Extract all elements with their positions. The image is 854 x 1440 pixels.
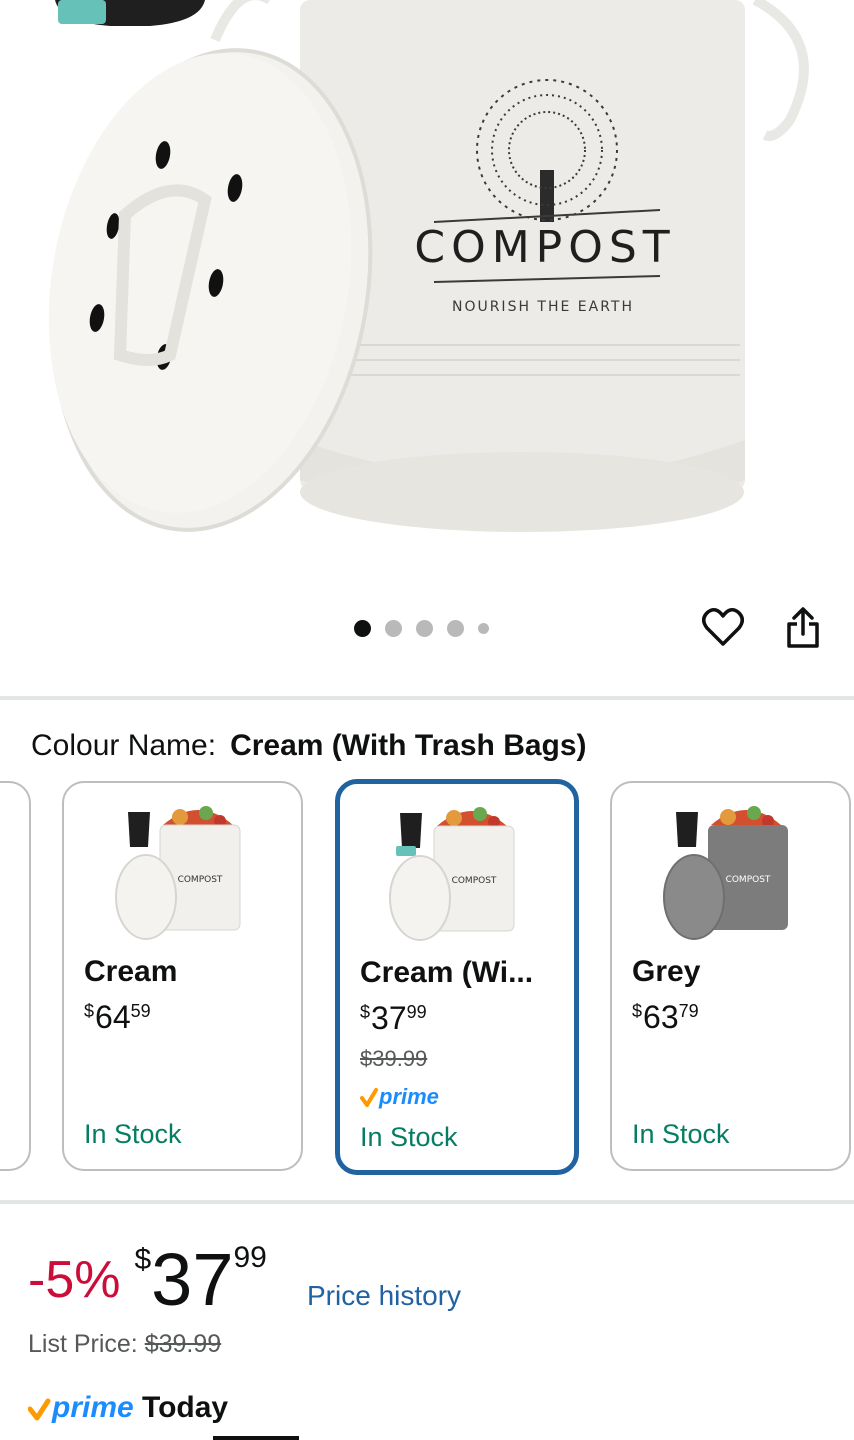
scroll-indicator [213,1436,299,1440]
swatch-name: Cream (Wi... [360,956,534,989]
swatch-was-price: $39.99 [360,1046,428,1071]
svg-text:prime: prime [378,1084,439,1109]
swatch-partial[interactable] [0,781,31,1171]
swatch-thumbnail: COMPOST [114,806,240,940]
swatch-stock-status: In Stock [360,1122,458,1152]
svg-text:prime: prime [51,1391,134,1424]
prime-badge: prime [360,1084,450,1112]
svg-text:COMPOST: COMPOST [725,875,770,885]
carousel-dot[interactable] [385,619,402,637]
favorite-button[interactable] [700,604,746,650]
swatch-thumbnail: COMPOST [389,807,515,941]
carousel-dot[interactable] [478,622,489,634]
carousel-dot[interactable] [354,619,371,637]
list-price-value: $39.99 [144,1330,222,1358]
colour-name-value: Cream (With Trash Bags) [230,729,587,762]
section-divider [0,1200,854,1204]
swatch-cream[interactable]: COMPOST Cream $6459 In Stock [62,781,303,1171]
share-icon [787,607,819,648]
list-price-label: List Price: [28,1330,138,1358]
compost-bin-illustration: COMPOST NOURISH THE EARTH [48,0,809,532]
carousel-dot[interactable] [416,619,433,637]
prime-check-icon: prime [28,1391,134,1424]
svg-text:COMPOST: COMPOST [414,222,675,273]
colour-name-label: Colour Name: [31,729,217,762]
swatch-stock-status: In Stock [84,1119,182,1149]
swatch-cream-with-bags[interactable]: COMPOST Cream (Wi... $3799 $39.99 prime … [335,779,579,1175]
swatch-price: $6459 [84,999,151,1035]
svg-text:COMPOST: COMPOST [452,876,497,886]
product-image[interactable]: COMPOST NOURISH THE EARTH [0,0,854,560]
current-price: $3799 [134,1238,267,1321]
swatch-price: $6379 [632,999,699,1035]
image-carousel-indicator[interactable] [354,618,489,638]
section-divider [0,696,854,700]
prime-check-icon: prime [360,1084,439,1109]
heart-icon [702,608,744,646]
swatch-price: $3799 [360,1000,427,1036]
swatch-thumbnail: COMPOST [662,806,788,940]
swatch-name: Cream [84,955,178,988]
share-button[interactable] [780,604,826,652]
swatch-stock-status: In Stock [632,1119,730,1149]
discount-percent: -5% [28,1251,121,1309]
carousel-dot[interactable] [447,619,464,637]
delivery-day: Today [142,1391,229,1424]
swatch-name: Grey [632,955,701,988]
price-history-link[interactable]: Price history [307,1280,461,1312]
colour-name-row: Colour Name: Cream (With Trash Bags) [31,726,587,766]
list-price: List Price: $39.99 [28,1330,221,1359]
svg-text:COMPOST: COMPOST [177,875,222,885]
prime-delivery: prime Today [28,1390,228,1426]
svg-text:NOURISH THE EARTH: NOURISH THE EARTH [452,299,634,315]
swatch-grey[interactable]: COMPOST Grey $6379 In Stock [610,781,851,1171]
price-block: -5% $3799 [28,1240,267,1320]
